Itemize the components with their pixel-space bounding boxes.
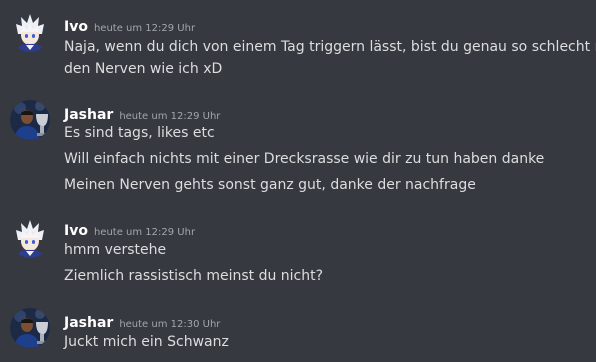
username[interactable]: Jashar bbox=[64, 107, 113, 123]
message-text: Meinen Nerven gehts sonst ganz gut, dank… bbox=[64, 177, 476, 193]
message-text: Will einfach nichts mit einer Drecksrass… bbox=[64, 151, 545, 167]
white-haired-anime-character-avatar-icon bbox=[10, 12, 50, 52]
username[interactable]: Ivo bbox=[64, 19, 88, 35]
message-header: Ivo heute um 12:29 Uhr bbox=[64, 16, 196, 35]
message-text: hmm verstehe bbox=[64, 242, 167, 258]
message-text: Ziemlich rassistisch meinst du nicht? bbox=[64, 268, 324, 284]
message-header: Ivo heute um 12:29 Uhr bbox=[64, 220, 196, 239]
avatar[interactable] bbox=[10, 100, 50, 140]
message-header: Jashar heute um 12:30 Uhr bbox=[64, 312, 221, 331]
message-text: den Nerven wie ich xD bbox=[64, 61, 223, 77]
avatar[interactable] bbox=[10, 308, 50, 348]
timestamp: heute um 12:29 Uhr bbox=[93, 227, 196, 238]
timestamp: heute um 12:29 Uhr bbox=[119, 111, 221, 122]
soccer-player-trophy-avatar-icon bbox=[10, 308, 50, 348]
message-text: Juckt mich ein Schwanz bbox=[64, 334, 229, 350]
chat-log: Ivo heute um 12:29 Uhr Naja, wenn du dich… bbox=[0, 0, 596, 362]
white-haired-anime-character-avatar-icon bbox=[10, 218, 50, 258]
message-text: Es sind tags, likes etc bbox=[64, 125, 215, 141]
message-text: Naja, wenn du dich von einem Tag trigger… bbox=[64, 39, 596, 55]
avatar[interactable] bbox=[10, 12, 50, 52]
message-header: Jashar heute um 12:29 Uhr bbox=[64, 104, 221, 123]
username[interactable]: Ivo bbox=[64, 223, 88, 239]
username[interactable]: Jashar bbox=[64, 315, 113, 331]
timestamp: heute um 12:29 Uhr bbox=[93, 23, 196, 34]
timestamp: heute um 12:30 Uhr bbox=[119, 319, 221, 330]
soccer-player-trophy-avatar-icon bbox=[10, 100, 50, 140]
avatar[interactable] bbox=[10, 218, 50, 258]
